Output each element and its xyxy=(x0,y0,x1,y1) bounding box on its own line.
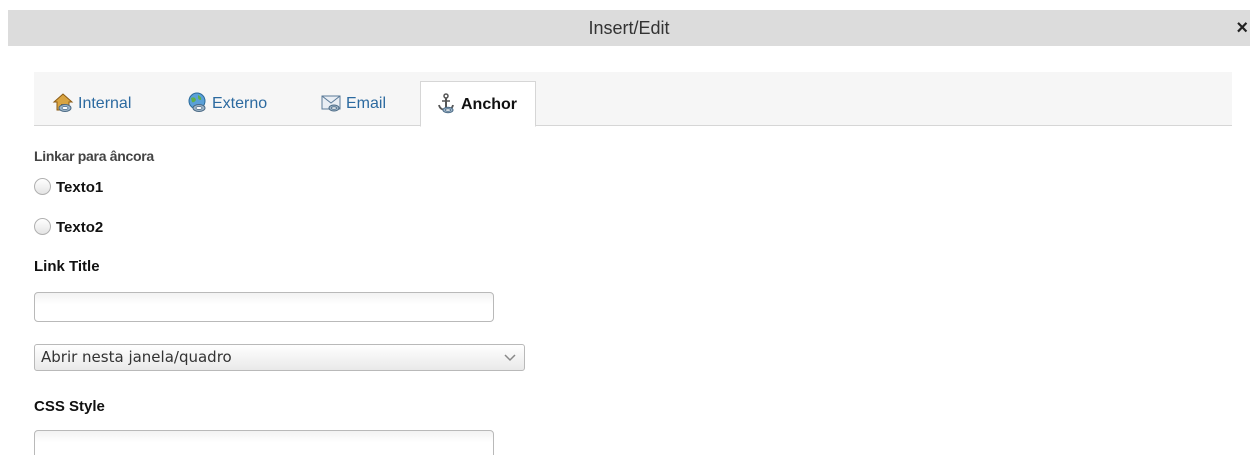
close-icon[interactable]: × xyxy=(1236,10,1248,46)
tab-anchor[interactable]: Anchor xyxy=(420,81,536,127)
anchor-icon xyxy=(435,87,457,114)
anchor-section-label: Linkar para âncora xyxy=(34,148,154,164)
anchor-option-label: Texto1 xyxy=(56,179,104,196)
tab-internal[interactable]: Internal xyxy=(52,81,131,127)
globe-link-icon xyxy=(186,86,208,112)
tab-email-label: Email xyxy=(346,95,387,112)
target-window-select[interactable]: Abrir nesta janela/quadro xyxy=(34,344,525,371)
dialog-title: Insert/Edit xyxy=(588,18,670,38)
tab-email[interactable]: Email xyxy=(320,81,386,127)
link-title-label: Link Title xyxy=(34,258,100,275)
radio-button[interactable] xyxy=(34,218,51,235)
css-style-label: CSS Style xyxy=(34,398,105,415)
dialog-titlebar: Insert/Edit × xyxy=(8,10,1250,46)
chevron-down-icon xyxy=(504,345,516,370)
anchor-option-label: Texto2 xyxy=(56,219,104,236)
tab-externo-label: Externo xyxy=(212,95,268,112)
tab-bar: Internal Externo Email Anchor xyxy=(34,72,1232,127)
anchor-option-texto2[interactable]: Texto2 xyxy=(34,218,103,240)
target-window-selected: Abrir nesta janela/quadro xyxy=(41,348,232,366)
tab-internal-label: Internal xyxy=(78,95,132,112)
tab-anchor-label: Anchor xyxy=(461,96,517,113)
link-title-input[interactable] xyxy=(34,292,494,322)
envelope-icon xyxy=(320,86,342,112)
css-style-input[interactable] xyxy=(34,430,494,455)
radio-button[interactable] xyxy=(34,178,51,195)
tab-externo[interactable]: Externo xyxy=(186,81,267,127)
anchor-option-texto1[interactable]: Texto1 xyxy=(34,178,103,200)
house-link-icon xyxy=(52,86,74,112)
